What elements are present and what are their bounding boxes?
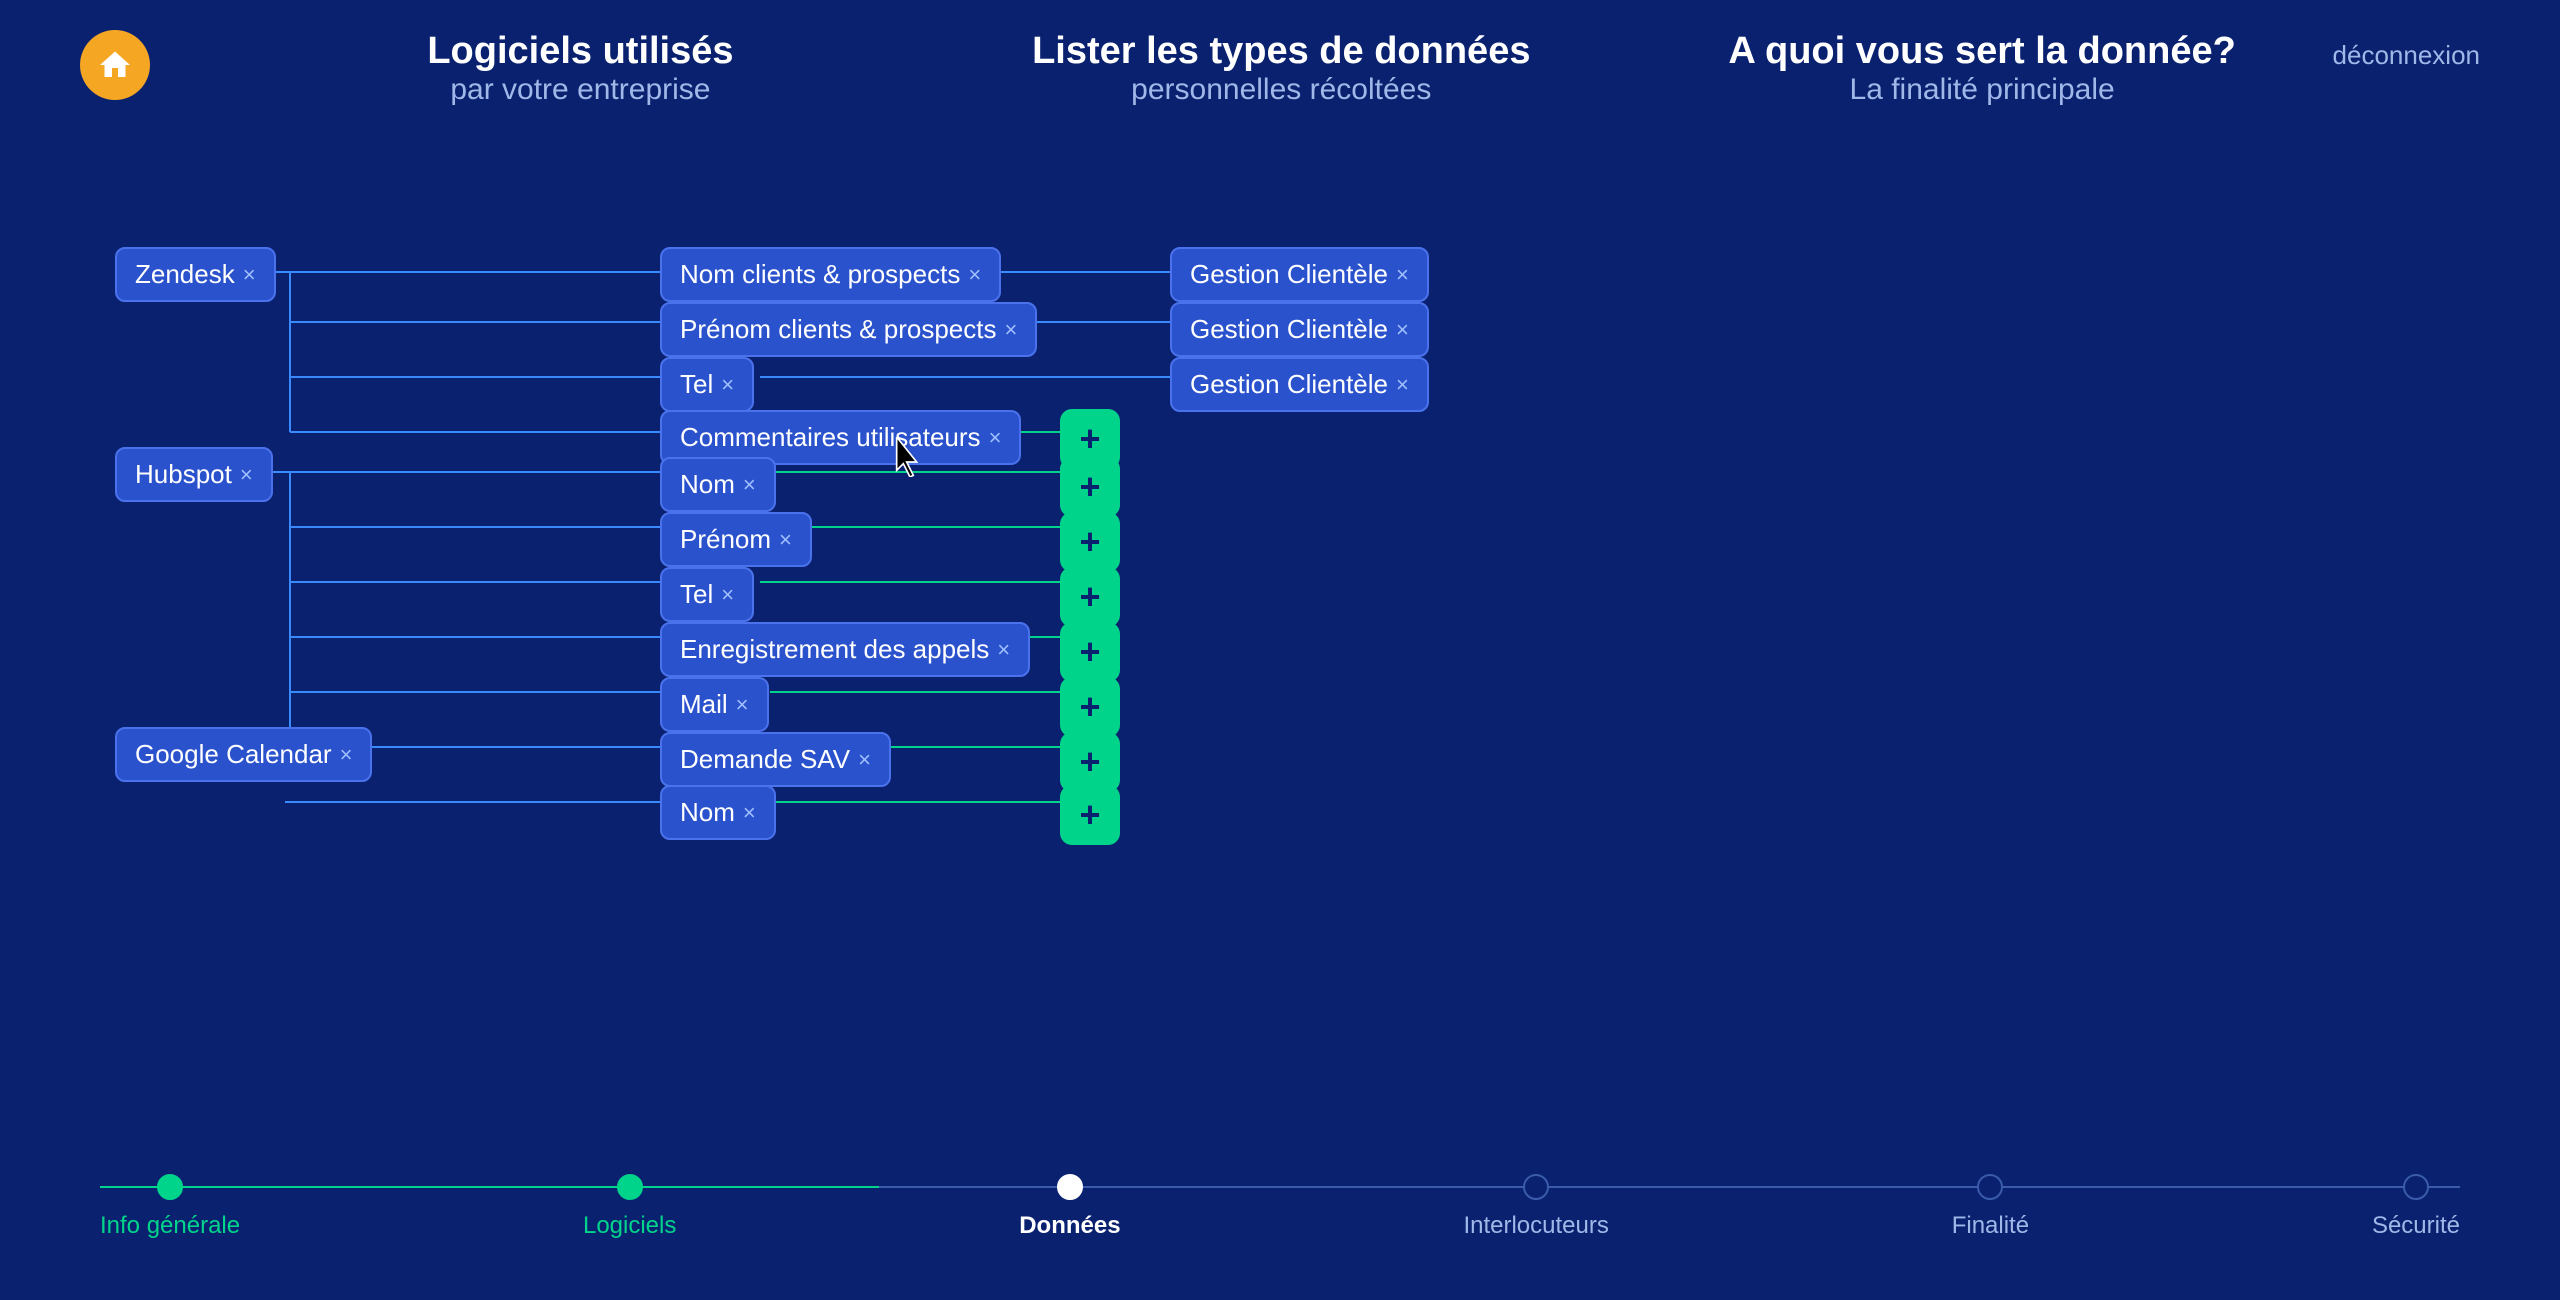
step-securite[interactable]: Sécurité [2372, 1174, 2460, 1240]
tag-prenom-clients-remove[interactable]: × [1004, 317, 1017, 343]
tag-tel-1-remove[interactable]: × [721, 372, 734, 398]
tag-gc3[interactable]: Gestion Clientèle × [1170, 357, 1429, 412]
columns-header: Logiciels utilisés par votre entreprise … [150, 30, 2333, 107]
tag-hubspot-remove[interactable]: × [240, 462, 253, 488]
tag-hubspot[interactable]: Hubspot × [115, 447, 273, 502]
tag-gcalendar-remove[interactable]: × [340, 742, 353, 768]
step-interlocuteurs-dot [1523, 1174, 1549, 1200]
header: Logiciels utilisés par votre entreprise … [0, 0, 2560, 107]
col1-subtitle: par votre entreprise [230, 73, 931, 107]
tag-enreg-remove[interactable]: × [997, 637, 1010, 663]
col2-subtitle: personnelles récoltées [931, 73, 1632, 107]
home-button[interactable] [80, 30, 150, 100]
tag-tel-2-label: Tel [680, 579, 713, 610]
tag-gc2-remove[interactable]: × [1396, 317, 1409, 343]
step-donnees-dot [1057, 1174, 1083, 1200]
tag-gc2-label: Gestion Clientèle [1190, 314, 1388, 345]
tag-enreg-label: Enregistrement des appels [680, 634, 989, 665]
step-finalite-dot [1977, 1174, 2003, 1200]
step-securite-dot [2403, 1174, 2429, 1200]
tag-nom-clients-remove[interactable]: × [968, 262, 981, 288]
progress-track: Info générale Logiciels Données Interloc… [100, 1174, 2460, 1240]
tag-gcalendar[interactable]: Google Calendar × [115, 727, 372, 782]
col1-title: Logiciels utilisés [230, 30, 931, 73]
tag-demande[interactable]: Demande SAV × [660, 732, 891, 787]
tag-prenom-clients[interactable]: Prénom clients & prospects × [660, 302, 1037, 357]
tag-mail-remove[interactable]: × [736, 692, 749, 718]
tag-commentaires-remove[interactable]: × [989, 425, 1002, 451]
col2-title: Lister les types de données [931, 30, 1632, 73]
tag-tel-2[interactable]: Tel × [660, 567, 754, 622]
col1-header: Logiciels utilisés par votre entreprise [230, 30, 931, 107]
col3-title: A quoi vous sert la donnée? [1632, 30, 2333, 73]
step-logiciels-dot [617, 1174, 643, 1200]
tag-prenom[interactable]: Prénom × [660, 512, 812, 567]
tag-tel-2-remove[interactable]: × [721, 582, 734, 608]
step-interlocuteurs[interactable]: Interlocuteurs [1463, 1174, 1608, 1240]
step-logiciels[interactable]: Logiciels [583, 1174, 676, 1240]
step-securite-label: Sécurité [2372, 1212, 2460, 1240]
tag-tel-1-label: Tel [680, 369, 713, 400]
tag-prenom-remove[interactable]: × [779, 527, 792, 553]
tag-demande-label: Demande SAV [680, 744, 850, 775]
step-interlocuteurs-label: Interlocuteurs [1463, 1212, 1608, 1240]
step-finalite[interactable]: Finalité [1952, 1174, 2029, 1240]
tag-hubspot-label: Hubspot [135, 459, 232, 490]
main-content: Zendesk × Hubspot × Google Calendar × No… [0, 147, 2560, 967]
plus-prenom[interactable]: + [1060, 512, 1120, 572]
step-finalite-label: Finalité [1952, 1212, 2029, 1240]
tag-nom-gc-label: Nom [680, 797, 735, 828]
tag-gc3-label: Gestion Clientèle [1190, 369, 1388, 400]
home-icon [97, 47, 133, 83]
tag-prenom-clients-label: Prénom clients & prospects [680, 314, 996, 345]
tag-gc3-remove[interactable]: × [1396, 372, 1409, 398]
deconnexion-link[interactable]: déconnexion [2333, 30, 2480, 71]
tag-nom-clients[interactable]: Nom clients & prospects × [660, 247, 1001, 302]
plus-enreg[interactable]: + [1060, 622, 1120, 682]
tag-gcalendar-label: Google Calendar [135, 739, 332, 770]
col2-header: Lister les types de données personnelles… [931, 30, 1632, 107]
tag-enreg[interactable]: Enregistrement des appels × [660, 622, 1030, 677]
step-info[interactable]: Info générale [100, 1174, 240, 1240]
tag-mail[interactable]: Mail × [660, 677, 769, 732]
tag-nom-clients-label: Nom clients & prospects [680, 259, 960, 290]
plus-nomgc[interactable]: + [1060, 785, 1120, 845]
tag-nom-label: Nom [680, 469, 735, 500]
tag-demande-remove[interactable]: × [858, 747, 871, 773]
tag-nom-gc[interactable]: Nom × [660, 785, 776, 840]
col3-subtitle: La finalité principale [1632, 73, 2333, 107]
plus-nom[interactable]: + [1060, 457, 1120, 517]
tag-zendesk-label: Zendesk [135, 259, 235, 290]
tag-gc2[interactable]: Gestion Clientèle × [1170, 302, 1429, 357]
tag-gc1-remove[interactable]: × [1396, 262, 1409, 288]
tag-mail-label: Mail [680, 689, 728, 720]
progress-bar: Info générale Logiciels Données Interloc… [0, 1174, 2560, 1240]
tag-commentaires-label: Commentaires utilisateurs [680, 422, 981, 453]
step-info-label: Info générale [100, 1212, 240, 1240]
col3-header: A quoi vous sert la donnée? La finalité … [1632, 30, 2333, 107]
step-donnees-label: Données [1019, 1212, 1120, 1240]
plus-tel2[interactable]: + [1060, 567, 1120, 627]
step-donnees[interactable]: Données [1019, 1174, 1120, 1240]
tag-tel-1[interactable]: Tel × [660, 357, 754, 412]
tag-gc1-label: Gestion Clientèle [1190, 259, 1388, 290]
tag-zendesk[interactable]: Zendesk × [115, 247, 276, 302]
step-info-dot [157, 1174, 183, 1200]
tag-zendesk-remove[interactable]: × [243, 262, 256, 288]
tag-nom[interactable]: Nom × [660, 457, 776, 512]
plus-demande[interactable]: + [1060, 732, 1120, 792]
tag-gc1[interactable]: Gestion Clientèle × [1170, 247, 1429, 302]
tag-nom-gc-remove[interactable]: × [743, 800, 756, 826]
step-logiciels-label: Logiciels [583, 1212, 676, 1240]
tag-prenom-label: Prénom [680, 524, 771, 555]
tag-nom-remove[interactable]: × [743, 472, 756, 498]
plus-mail[interactable]: + [1060, 677, 1120, 737]
